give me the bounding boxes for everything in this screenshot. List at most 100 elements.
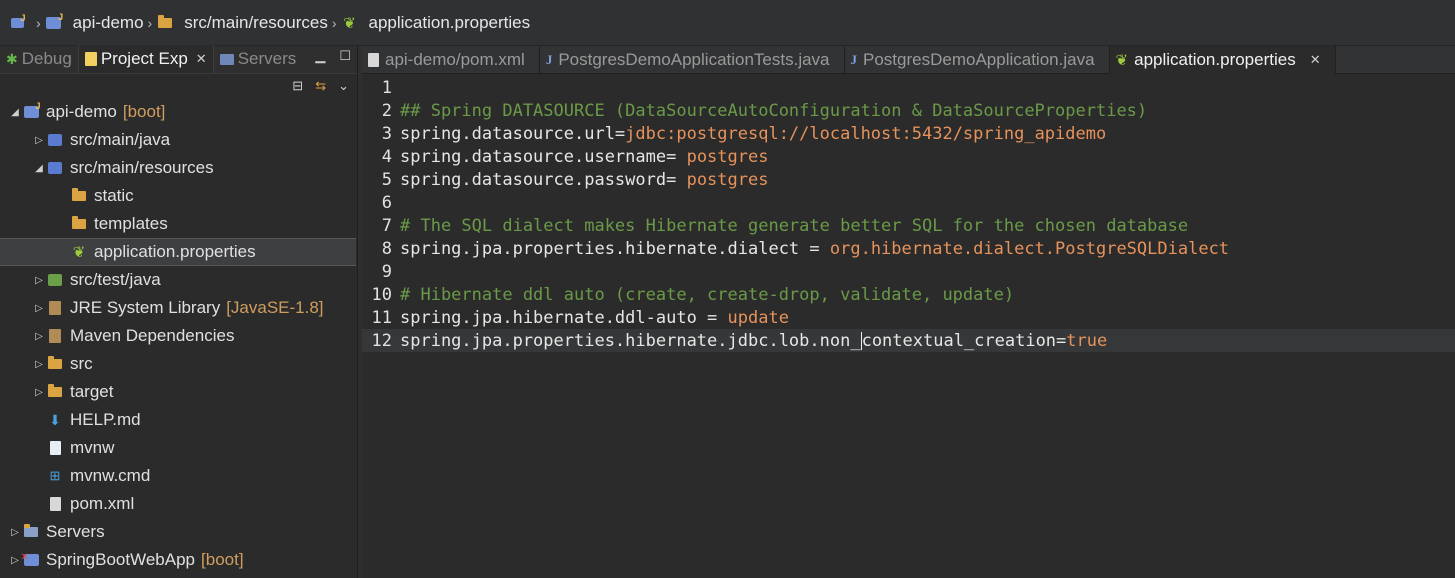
tree-item-springbootwebapp[interactable]: ▷ SpringBootWebApp [boot] [0,546,356,574]
tree-item-src-main-resources[interactable]: ◢ src/main/resources [0,154,356,182]
tree-item-label: src [70,354,93,373]
tab-debug[interactable]: ✱ Debug [0,45,78,73]
maximize-icon[interactable]: ☐ [339,48,351,64]
tree-item-maven-dependencies[interactable]: ▷ Maven Dependencies [0,322,356,350]
property-key: spring.jpa.properties.hibernate.dialect … [400,238,830,259]
tree-item-label: mvnw.cmd [70,466,151,485]
line-number: 5 [381,169,392,190]
tree-item-mvnw[interactable]: mvnw [0,434,356,462]
view-controls: ▁ ☐ [315,48,351,64]
tab-label: Servers [237,49,297,68]
breadcrumb-label: application.properties [368,12,531,32]
tree-item-target[interactable]: ▷ target [0,378,356,406]
tree-item-static[interactable]: static [0,182,356,210]
tree-item-application-properties[interactable]: ❦ application.properties [0,238,356,266]
code-line: 2 ## Spring DATASOURCE (DataSourceAutoCo… [362,99,1455,122]
line-number: 12 [371,330,392,351]
line-number: 1 [381,77,392,98]
windows-file-icon: ⊞ [49,468,61,483]
tab-postgres-demo-application[interactable]: J PostgresDemoApplication.java [845,46,1110,74]
tree-item-servers[interactable]: ▷ Servers [0,518,356,546]
tab-project-explorer[interactable]: Project Exp ✕ [77,45,214,73]
code-line: 8 spring.jpa.properties.hibernate.dialec… [362,237,1455,260]
chevron-right-icon: › [36,14,41,31]
library-icon [46,300,64,316]
spring-leaf-icon: ❦ [72,244,86,261]
expanded-arrow-icon[interactable]: ◢ [8,107,22,118]
line-comment: # Hibernate ddl auto (create, create-dro… [400,284,1015,305]
tree-item-label: src/main/resources [70,158,214,177]
collapse-all-icon[interactable]: ⊟ [292,78,303,94]
breadcrumb-file[interactable]: ❦ application.properties [341,12,531,33]
breadcrumb-project[interactable]: api-demo [45,12,144,33]
property-key: spring.datasource.username= [400,146,687,167]
tree-item-help-md[interactable]: ⬇ HELP.md [0,406,356,434]
project-icon [45,12,63,31]
collapsed-arrow-icon[interactable]: ▷ [32,359,46,370]
folder-icon [70,188,88,204]
line-number: 3 [381,123,392,144]
line-number: 10 [371,284,392,305]
folder-icon [46,384,64,400]
collapsed-arrow-icon[interactable]: ▷ [8,527,22,538]
property-value: postgres [686,169,769,190]
line-number: 8 [381,238,392,259]
property-value: update [727,307,789,328]
tree-item-label: static [94,186,134,205]
tree-item-src-main-java[interactable]: ▷ src/main/java [0,126,356,154]
link-with-editor-icon[interactable]: ⇆ [315,78,326,94]
tree-item-jre-system-library[interactable]: ▷ JRE System Library [JavaSE-1.8] [0,294,356,322]
code-line: 11 spring.jpa.hibernate.ddl-auto = updat… [362,306,1455,329]
line-number: 2 [381,100,392,121]
folder-icon [70,216,88,232]
line-number: 4 [381,146,392,167]
editor-tabs: api-demo/pom.xml J PostgresDemoApplicati… [362,46,1455,74]
tree-item-pom-xml[interactable]: pom.xml [0,490,356,518]
breadcrumb-folder[interactable]: src/main/resources [156,13,328,33]
collapsed-arrow-icon[interactable]: ▷ [32,303,46,314]
tree-item-label: target [70,382,114,401]
collapsed-arrow-icon[interactable]: ▷ [32,275,46,286]
tab-servers[interactable]: Servers [214,45,303,73]
editor-panel: api-demo/pom.xml J PostgresDemoApplicati… [362,46,1455,578]
tab-application-properties[interactable]: ❦ application.properties ✕ [1109,46,1336,74]
library-icon [46,328,64,344]
property-value: jdbc:postgresql://localhost:5432/spring_… [625,123,1107,144]
collapsed-arrow-icon[interactable]: ▷ [32,135,46,146]
property-value: true [1066,330,1108,351]
xml-file-icon [46,496,64,512]
tree-item-label: JRE System Library [70,298,221,317]
tree-item-mvnw-cmd[interactable]: ⊞ mvnw.cmd [0,462,356,490]
xml-file-icon [368,53,379,67]
expanded-arrow-icon[interactable]: ◢ [32,163,46,174]
collapsed-arrow-icon[interactable]: ▷ [32,387,46,398]
tree-item-decoration: [boot] [122,102,166,121]
breadcrumb-root[interactable] [8,13,32,31]
tree-toolbar: ⊟ ⇆ ⌄ [0,74,357,98]
breadcrumb: › api-demo › src/main/resources › ❦ appl… [0,0,1455,46]
tree-item-api-demo[interactable]: ◢ api-demo [boot] [0,98,356,126]
code-line: 4 spring.datasource.username= postgres [362,145,1455,168]
close-icon[interactable]: ✕ [1310,52,1321,68]
tree-item-label: mvnw [70,438,115,457]
line-comment: ## Spring DATASOURCE (DataSourceAutoConf… [400,100,1148,121]
line-comment: # The SQL dialect makes Hibernate genera… [400,215,1189,236]
tab-postgres-demo-application-tests[interactable]: J PostgresDemoApplicationTests.java [540,46,845,74]
source-folder-icon [46,132,64,148]
view-menu-icon[interactable]: ⌄ [338,78,349,94]
tree-item-src-test-java[interactable]: ▷ src/test/java [0,266,356,294]
tree-item-label: SpringBootWebApp [46,550,196,569]
tree-item-templates[interactable]: templates [0,210,356,238]
close-icon[interactable]: ✕ [196,51,207,67]
tree-item-src[interactable]: ▷ src [0,350,356,378]
spring-leaf-icon: ❦ [1115,52,1129,69]
tab-pom-xml[interactable]: api-demo/pom.xml [362,46,540,74]
project-explorer-panel: ✱ Debug Project Exp ✕ Servers ▁ ☐ ⊟ ⇆ ⌄ … [0,45,358,578]
collapsed-arrow-icon[interactable]: ▷ [32,331,46,342]
code-line: 1 [362,76,1455,99]
line-number: 6 [381,192,392,213]
property-key: spring.datasource.url= [400,123,626,144]
minimize-icon[interactable]: ▁ [315,48,325,64]
tree-item-label: HELP.md [70,410,141,429]
line-number: 9 [381,261,392,282]
